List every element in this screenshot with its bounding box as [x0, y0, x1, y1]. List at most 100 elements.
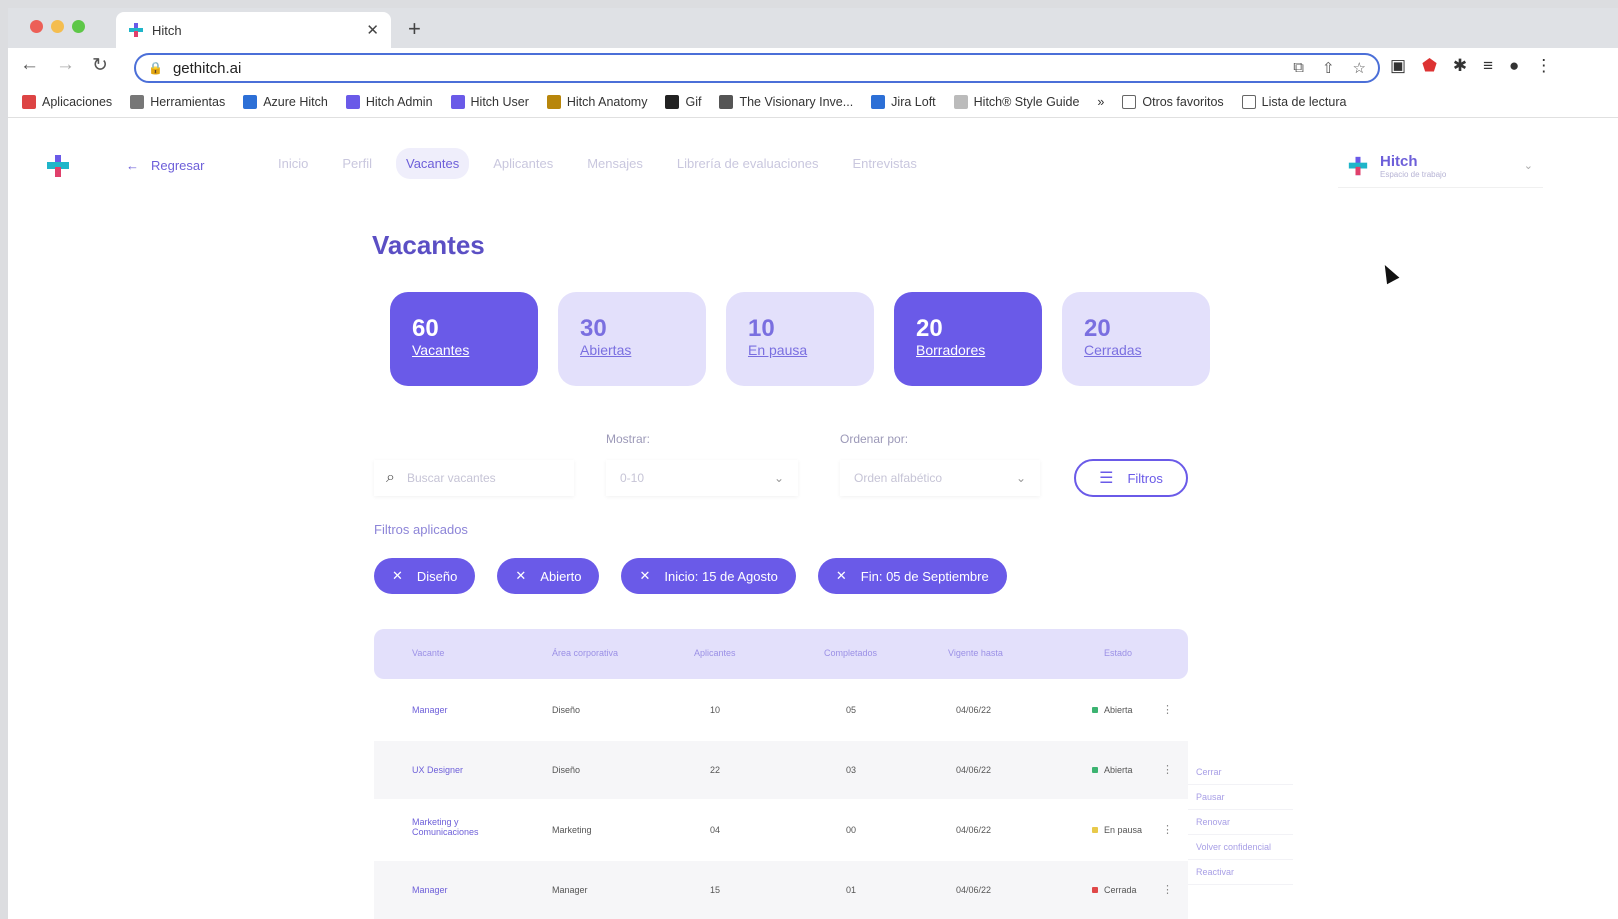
bookmark-star-icon[interactable]: ☆ — [1353, 59, 1366, 77]
bookmarks-overflow-icon[interactable]: » — [1097, 95, 1104, 109]
column-header[interactable]: Estado — [1104, 648, 1132, 658]
nav-link[interactable]: Aplicantes — [483, 148, 563, 179]
bookmark-item[interactable]: Azure Hitch — [243, 94, 328, 109]
status-label: Abierta — [1104, 765, 1133, 775]
tab-hitch[interactable]: Hitch ✕ — [116, 12, 391, 48]
bookmark-item[interactable]: The Visionary Inve... — [719, 94, 853, 109]
stat-card[interactable]: 20 Borradores — [894, 292, 1042, 386]
workspace-name: Hitch — [1380, 152, 1418, 170]
search-input[interactable]: ⌕ Buscar vacantes — [374, 460, 574, 496]
column-header[interactable]: Área corporativa — [552, 648, 618, 658]
back-arrow-icon[interactable]: ← — [20, 54, 39, 76]
nav-link[interactable]: Entrevistas — [843, 148, 927, 179]
context-menu-item[interactable]: Cerrar — [1188, 760, 1293, 785]
status-label: En pausa — [1104, 825, 1143, 835]
reload-icon[interactable]: ↻ — [92, 54, 108, 77]
bookmark-icon — [243, 94, 258, 109]
stat-card[interactable]: 20 Cerradas — [1062, 292, 1210, 386]
maximize-window-button[interactable] — [72, 20, 85, 33]
stat-card[interactable]: 10 En pausa — [726, 292, 874, 386]
nav-link[interactable]: Perfil — [332, 148, 382, 179]
bookmark-label: Azure Hitch — [263, 94, 328, 109]
minimize-window-button[interactable] — [51, 20, 64, 33]
remove-chip-icon[interactable]: ✕ — [639, 568, 650, 584]
row-menu-icon[interactable]: ⋮ — [1162, 763, 1173, 776]
bookmark-item[interactable]: Hitch® Style Guide — [953, 94, 1079, 109]
share-icon[interactable]: ⇧ — [1322, 59, 1335, 77]
row-menu-icon[interactable]: ⋮ — [1162, 823, 1173, 836]
table-row[interactable]: Marketing y Comunicaciones Marketing 04 00 0… — [374, 801, 1188, 859]
show-select[interactable]: 0-10 ⌄ — [606, 460, 798, 496]
bookmark-item[interactable]: Herramientas — [130, 94, 225, 109]
back-label: Regresar — [151, 158, 205, 173]
close-tab-icon[interactable]: ✕ — [366, 21, 379, 39]
cell-completados: 03 — [846, 765, 857, 775]
column-header[interactable]: Vacante — [412, 648, 444, 658]
cell-vacante[interactable]: UX Designer — [412, 765, 463, 775]
extension-icon[interactable]: ▣ — [1390, 56, 1406, 76]
page-title: Vacantes — [372, 230, 485, 260]
puzzle-icon[interactable]: ✱ — [1453, 56, 1467, 76]
context-menu-item[interactable]: Renovar — [1188, 810, 1293, 835]
show-select-value: 0-10 — [620, 471, 645, 485]
shield-icon[interactable]: ⬟ — [1422, 56, 1437, 76]
cell-estado: Cerrada — [1092, 885, 1137, 895]
applied-filters-label: Filtros aplicados — [374, 522, 468, 537]
nav-link[interactable]: Inicio — [268, 148, 318, 179]
nav-link[interactable]: Vacantes — [395, 148, 470, 179]
remove-chip-icon[interactable]: ✕ — [836, 568, 847, 584]
cell-vacante[interactable]: Marketing y Comunicaciones — [412, 817, 502, 837]
bookmark-label: Lista de lectura — [1261, 94, 1347, 109]
cell-completados: 05 — [846, 705, 857, 715]
bookmark-icon — [546, 94, 561, 109]
reading-list-icon[interactable]: ≡ — [1483, 56, 1493, 76]
bookmark-item[interactable]: Hitch Anatomy — [546, 94, 647, 109]
context-menu-item[interactable]: Pausar — [1188, 785, 1293, 810]
cell-vacante[interactable]: Manager — [412, 705, 448, 715]
workspace-selector[interactable]: Hitch Espacio de trabajo ⌄ — [1338, 144, 1543, 188]
cell-vacante[interactable]: Manager — [412, 885, 448, 895]
hitch-logo-icon[interactable] — [46, 154, 70, 178]
column-header[interactable]: Aplicantes — [694, 648, 736, 658]
stat-label: En pausa — [748, 342, 808, 358]
filters-button[interactable]: ☰ Filtros — [1074, 459, 1188, 497]
bookmark-item[interactable]: Gif — [665, 94, 701, 109]
bookmark-item[interactable]: Aplicaciones — [22, 94, 112, 109]
address-bar[interactable]: 🔒 gethitch.ai ⧉ ⇧ ☆ — [134, 53, 1380, 83]
cell-completados: 01 — [846, 885, 857, 895]
remove-chip-icon[interactable]: ✕ — [392, 568, 403, 584]
bookmark-item[interactable]: Jira Loft — [871, 94, 936, 109]
table-row[interactable]: UX Designer Diseño 22 03 04/06/22 Abierta ⋮ — [374, 741, 1188, 799]
new-tab-button[interactable]: + — [408, 16, 421, 42]
translate-icon[interactable]: ⧉ — [1293, 59, 1304, 77]
menu-kebab-icon[interactable]: ⋮ — [1535, 56, 1552, 76]
bookmark-icon — [345, 94, 360, 109]
back-button[interactable]: ← Regresar — [126, 158, 204, 173]
bookmark-folder[interactable]: Lista de lectura — [1241, 94, 1347, 109]
status-dot-icon — [1092, 887, 1098, 893]
column-header[interactable]: Vigente hasta — [948, 648, 1003, 658]
profile-avatar-icon[interactable]: ● — [1509, 56, 1519, 76]
bookmark-folder[interactable]: Otros favoritos — [1122, 94, 1224, 109]
column-header[interactable]: Completados — [824, 648, 877, 658]
row-menu-icon[interactable]: ⋮ — [1162, 703, 1173, 716]
bookmark-item[interactable]: Hitch Admin — [345, 94, 433, 109]
sort-select[interactable]: Orden alfabético ⌄ — [840, 460, 1040, 496]
close-window-button[interactable] — [30, 20, 43, 33]
row-menu-icon[interactable]: ⋮ — [1162, 883, 1173, 896]
tab-bar: Hitch ✕ + — [8, 8, 1618, 48]
stat-card[interactable]: 30 Abiertas — [558, 292, 706, 386]
remove-chip-icon[interactable]: ✕ — [515, 568, 526, 584]
bookmark-item[interactable]: Hitch User — [450, 94, 529, 109]
context-menu-item[interactable]: Volver confidencial — [1188, 835, 1293, 860]
filter-chip-label: Fin: 05 de Septiembre — [860, 568, 989, 584]
nav-link[interactable]: Mensajes — [577, 148, 653, 179]
nav-link[interactable]: Librería de evaluaciones — [667, 148, 829, 179]
table-row[interactable]: Manager Manager 15 01 04/06/22 Cerrada ⋮ — [374, 861, 1188, 919]
cell-aplicantes: 22 — [710, 765, 721, 775]
forward-arrow-icon[interactable]: → — [56, 54, 75, 76]
stat-card[interactable]: 60 Vacantes — [390, 292, 538, 386]
bookmark-icon — [450, 94, 465, 109]
context-menu-item[interactable]: Reactivar — [1188, 860, 1293, 885]
table-row[interactable]: Manager Diseño 10 05 04/06/22 Abierta ⋮ — [374, 681, 1188, 739]
